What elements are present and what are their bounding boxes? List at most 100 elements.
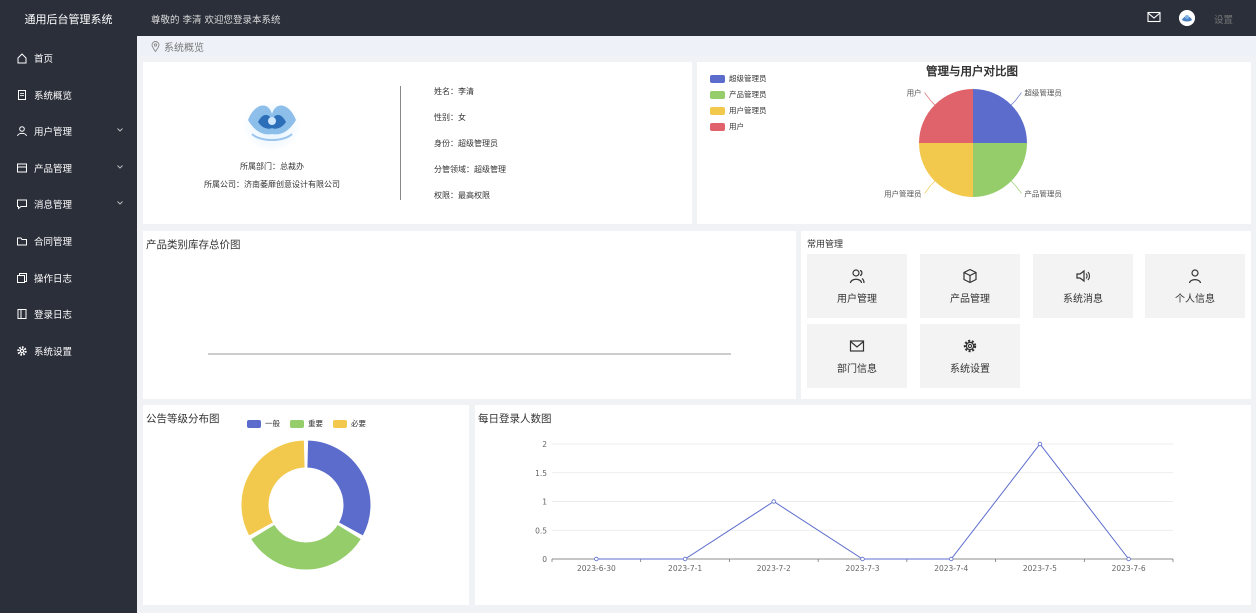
- sidebar-item-1[interactable]: 系统概览: [0, 80, 137, 110]
- donut-slice: [306, 439, 372, 537]
- donut-slice: [240, 439, 306, 537]
- quick-tile-label: 产品管理: [950, 293, 990, 305]
- chevron-down-icon: [115, 125, 125, 135]
- avatar-image-icon: [1179, 10, 1195, 26]
- login-point: [594, 556, 599, 562]
- breadcrumb-label: 系统概览: [164, 42, 204, 54]
- company-text: 所属公司：济南萎靡创意设计有限公司: [204, 180, 340, 189]
- quick-tile-label: 部门信息: [837, 363, 877, 375]
- sidebar-item-4[interactable]: 消息管理: [0, 189, 137, 219]
- pie-slice-label: 用户管理员: [884, 188, 922, 198]
- pie-slice-label: 用户: [907, 88, 922, 98]
- quick-tile-4[interactable]: 部门信息: [807, 324, 907, 388]
- y-tick-label: 0: [542, 555, 547, 564]
- speaker-icon: [1076, 269, 1090, 282]
- pie-slice: [919, 89, 973, 143]
- settings-link[interactable]: 设置: [1214, 12, 1233, 26]
- x-tick-label: 2023-7-2: [757, 564, 791, 573]
- sidebar-item-label: 产品管理: [34, 163, 73, 175]
- pie-slice: [919, 143, 973, 197]
- cube-icon: [963, 268, 977, 283]
- profile-card: 所属部门：总裁办 所属公司：济南萎靡创意设计有限公司 姓名：李清 性别：女 身份…: [143, 62, 692, 224]
- sidebar-item-0[interactable]: 首页: [0, 43, 137, 73]
- inventory-chart: [208, 353, 731, 355]
- domain-text: 分管领域：超级管理: [434, 165, 506, 174]
- sidebar-item-3[interactable]: 产品管理: [0, 153, 137, 183]
- chevron-down-icon: [115, 162, 125, 172]
- breadcrumb: 系统概览: [137, 36, 1256, 56]
- quick-tile-3[interactable]: 个人信息: [1145, 254, 1245, 318]
- quick-tile-0[interactable]: 用户管理: [807, 254, 907, 318]
- profile-image: [242, 98, 302, 150]
- pie-slice: [973, 143, 1027, 197]
- top-bar: 尊敬的 李清 欢迎您登录本系统 设置: [137, 0, 1256, 36]
- y-tick-label: 2: [542, 440, 547, 449]
- gender-text: 性别：女: [434, 113, 466, 122]
- login-point: [1037, 441, 1043, 447]
- login-point: [860, 556, 865, 562]
- login-point: [771, 499, 776, 504]
- pie-leader-line: [1010, 92, 1022, 106]
- pie-slice: [973, 89, 1027, 143]
- x-tick-label: 2023-7-5: [1023, 564, 1057, 573]
- sidebar-item-6[interactable]: 操作日志: [0, 263, 137, 293]
- sidebar-item-2[interactable]: 用户管理: [0, 116, 137, 146]
- x-tick-label: 2023-7-4: [934, 564, 968, 573]
- welcome-text: 尊敬的 李清 欢迎您登录本系统: [151, 15, 281, 26]
- role-pie-card: 超级管理员 产品管理员 用户管理员 用户 管理与用户对比图 超级管理员 产品管理员 用户管…: [697, 62, 1251, 224]
- sidebar: 通用后台管理系统 首页 系统概览 用户管理 产品管理 消息管理 合同管理 操作日志 登录日志系…: [0, 0, 137, 613]
- login-chart-card: 每日登录人数图 0 0.5 1 1.5 2 2023-6-30 2023-7-1 2023-7…: [475, 405, 1251, 605]
- mail-icon[interactable]: [1147, 11, 1161, 23]
- sidebar-item-label: 登录日志: [34, 310, 73, 322]
- y-tick-label: 1.5: [535, 469, 547, 478]
- gear-icon: [963, 339, 977, 352]
- sidebar-item-label: 消息管理: [34, 200, 73, 212]
- login-point: [682, 556, 688, 562]
- log-icon: [16, 272, 28, 284]
- notice-level-card: 公告等级分布图 一般 重要 必要: [143, 405, 469, 605]
- x-tick-label: 2023-7-1: [668, 564, 702, 573]
- envelope-icon: [849, 339, 865, 352]
- gear-icon: [16, 345, 28, 357]
- sidebar-item-label: 首页: [34, 54, 54, 65]
- role-pie-chart: 超级管理员产品管理员 用户管理员 用户: [884, 88, 1062, 199]
- pie-leader-line: [924, 92, 936, 106]
- y-tick-label: 0.5: [535, 526, 547, 535]
- permission-text: 权限：最高权限: [434, 191, 490, 200]
- sidebar-item-label: 用户管理: [34, 127, 73, 139]
- home-icon: [16, 52, 28, 64]
- login-point: [949, 556, 954, 562]
- x-tick-label: 2023-7-6: [1112, 564, 1146, 573]
- y-tick-label: 1: [542, 498, 547, 507]
- message-icon: [16, 198, 28, 210]
- sidebar-item-5[interactable]: 合同管理: [0, 226, 137, 256]
- chevron-down-icon: [115, 198, 125, 208]
- document-icon: [16, 89, 28, 101]
- sidebar-item-8[interactable]: 系统设置: [0, 336, 137, 366]
- quick-tile-label: 用户管理: [837, 293, 877, 305]
- sidebar-item-7[interactable]: 登录日志: [0, 299, 137, 329]
- sidebar-item-label: 操作日志: [34, 273, 73, 285]
- box-icon: [16, 162, 28, 174]
- login-line-chart: 0 0.5 1 1.5 2 2023-6-30 2023-7-1 2023-7-2 2023-7…: [535, 440, 1174, 573]
- sidebar-item-label: 系统设置: [34, 346, 73, 358]
- quick-tile-1[interactable]: 产品管理: [920, 254, 1020, 318]
- pie-slice-label: 产品管理员: [1024, 188, 1062, 198]
- quick-tile-label: 系统消息: [1063, 293, 1103, 305]
- quick-tile-2[interactable]: 系统消息: [1033, 254, 1133, 318]
- quick-tile-5[interactable]: 系统设置: [920, 324, 1020, 388]
- avatar[interactable]: [1179, 10, 1195, 26]
- user-icon: [16, 125, 28, 137]
- notice-donut-chart: [240, 439, 372, 571]
- folder-icon: [16, 235, 28, 247]
- donut-slice: [249, 523, 363, 571]
- x-tick-label: 2023-7-3: [845, 564, 879, 573]
- quick-manage-title: 常用管理: [807, 240, 844, 250]
- quick-tile-label: 个人信息: [1175, 293, 1215, 305]
- department-text: 所属部门：总裁办: [240, 162, 304, 171]
- book-icon: [16, 308, 28, 320]
- users-icon: [849, 268, 865, 283]
- sidebar-item-label: 系统概览: [34, 90, 73, 102]
- quick-manage-card: 常用管理 用户管理 产品管理 系统消息 个人信息部门信息 系统设置: [801, 231, 1251, 399]
- pie-leader-line: [924, 180, 936, 194]
